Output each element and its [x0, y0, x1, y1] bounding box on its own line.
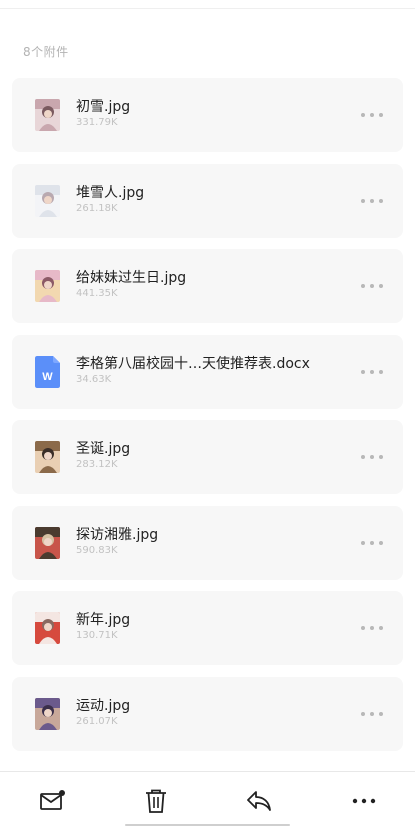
image-thumbnail [35, 441, 60, 473]
attachment-file-size: 261.18K [76, 202, 118, 214]
reply-icon [247, 791, 271, 811]
attachment-item[interactable]: 探访湘雅.jpg 590.83K [12, 505, 403, 580]
attachment-file-name: 初雪.jpg [76, 99, 131, 115]
attachment-more-icon[interactable] [361, 283, 383, 289]
reply-button[interactable] [244, 786, 274, 816]
attachment-file-size: 130.71K [76, 630, 118, 641]
attachment-more-icon[interactable] [361, 112, 383, 118]
home-indicator [125, 824, 290, 826]
image-thumbnail [35, 612, 60, 644]
attachment-item[interactable]: 新年.jpg 130.71K [12, 591, 403, 665]
bottom-toolbar [0, 772, 415, 827]
top-divider [0, 8, 415, 9]
attachment-more-icon[interactable] [361, 625, 383, 631]
attachment-file-name: 李格第八届校园十…天使推荐表.docx [76, 355, 310, 372]
attachment-more-icon[interactable] [361, 454, 383, 460]
more-options-button[interactable] [349, 786, 379, 816]
svg-text:W: W [42, 371, 53, 383]
attachment-file-name: 堆雪人.jpg [76, 184, 145, 201]
word-doc-icon: W [35, 355, 60, 388]
attachment-file-size: 590.83K [76, 544, 118, 556]
image-thumbnail [35, 697, 60, 730]
attachment-file-name: 探访湘雅.jpg [76, 526, 159, 543]
attachment-more-icon[interactable] [361, 369, 383, 375]
attachment-file-name: 运动.jpg [76, 697, 131, 714]
image-thumbnail [35, 526, 60, 559]
attachment-list: 初雪.jpg 331.79K 堆雪人.jpg 261.18K 给妹妹过生日.jpg 441… [12, 78, 403, 762]
attachment-item[interactable]: 堆雪人.jpg 261.18K [12, 163, 403, 238]
attachment-more-icon[interactable] [361, 198, 383, 204]
attachment-item[interactable]: 初雪.jpg 331.79K [12, 78, 403, 152]
mail-icon [40, 790, 65, 810]
attachment-more-icon[interactable] [361, 540, 383, 546]
attachment-file-size: 331.79K [76, 117, 118, 128]
mail-button[interactable] [37, 786, 67, 816]
attachment-item[interactable]: 圣诞.jpg 283.12K [12, 420, 403, 494]
more-icon [352, 798, 376, 804]
attachment-file-name: 给妹妹过生日.jpg [76, 270, 187, 286]
image-thumbnail [35, 184, 60, 217]
attachment-file-size: 34.63K [76, 373, 112, 385]
image-thumbnail [35, 270, 60, 302]
attachment-item[interactable]: W 李格第八届校园十…天使推荐表.docx 34.63K [12, 334, 403, 409]
attachment-file-name: 新年.jpg [76, 612, 131, 628]
image-thumbnail [35, 99, 60, 131]
trash-icon [146, 789, 166, 813]
attachment-file-name: 圣诞.jpg [76, 441, 131, 457]
attachment-file-size: 261.07K [76, 715, 118, 727]
attachment-item[interactable]: 给妹妹过生日.jpg 441.35K [12, 249, 403, 323]
attachment-file-size: 441.35K [76, 288, 118, 299]
attachment-more-icon[interactable] [361, 711, 383, 717]
attachment-item[interactable]: 运动.jpg 261.07K [12, 676, 403, 751]
delete-button[interactable] [141, 786, 171, 816]
attachment-file-size: 283.12K [76, 459, 118, 470]
attachments-count-label: 8个附件 [23, 45, 69, 59]
